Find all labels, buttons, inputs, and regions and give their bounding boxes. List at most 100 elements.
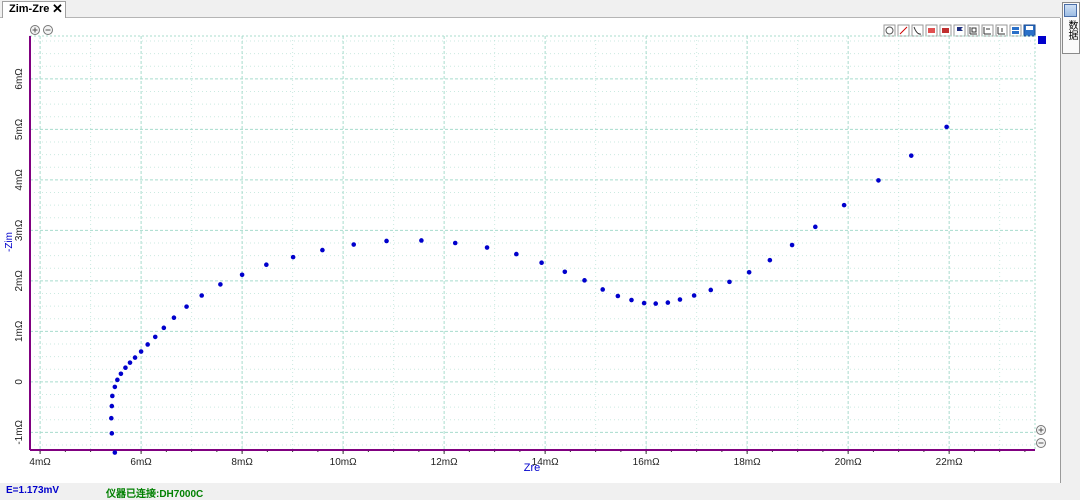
- chart-panel: 4mΩ 6mΩ 8mΩ 10mΩ 12mΩ 14mΩ 16mΩ 18mΩ 20mΩ 22mΩ -1m…: [0, 18, 1061, 483]
- data-point: [109, 403, 115, 409]
- data-point: [171, 315, 177, 321]
- data-point: [127, 360, 133, 365]
- plot-border: [29, 35, 1036, 451]
- y-tick-label: 3mΩ: [14, 219, 25, 241]
- data-point: [600, 287, 605, 292]
- flag-icon[interactable]: [953, 24, 966, 37]
- tab-zim-zre[interactable]: Zim-Zre ✕: [2, 1, 66, 18]
- data-point: [665, 300, 671, 305]
- grid: [29, 35, 1036, 451]
- tab-bar: Zim-Zre ✕: [0, 0, 1060, 18]
- data-point: [452, 240, 458, 246]
- curve-icon[interactable]: [911, 24, 924, 37]
- data-point: [218, 282, 223, 287]
- x-axis-label: Zre: [524, 462, 541, 474]
- x-tick-label: 22mΩ: [936, 457, 963, 468]
- data-point: [112, 384, 118, 390]
- legend-marker: [1038, 36, 1046, 44]
- data-point: [115, 377, 120, 383]
- status-bar: E=1.173mV 仪器已连接:DH7000C: [0, 483, 1060, 500]
- data-point: [152, 334, 158, 340]
- data-panel-button[interactable]: 数据: [1062, 2, 1080, 54]
- data-point: [109, 415, 114, 421]
- data-panel-label: 数据: [1066, 20, 1077, 40]
- y-tick-label: 1mΩ: [14, 320, 25, 342]
- tab-label: Zim-Zre: [9, 3, 50, 15]
- table-icon: [1064, 4, 1077, 17]
- x-tick-label: 10mΩ: [330, 457, 357, 468]
- data-point: [708, 287, 714, 293]
- marker-icon[interactable]: [925, 24, 938, 37]
- y-tick-label: 0: [14, 379, 25, 385]
- y-tick-label: 2mΩ: [14, 270, 25, 292]
- data-point: [184, 304, 189, 309]
- data-point: [908, 153, 914, 158]
- x-tick-label: 20mΩ: [835, 457, 862, 468]
- data-point: [767, 257, 773, 263]
- y-axis-label: -Zim: [4, 232, 15, 252]
- data-point: [789, 242, 795, 248]
- data-point: [110, 393, 115, 399]
- x-tick-label: 16mΩ: [633, 457, 660, 468]
- data-point: [132, 355, 138, 360]
- x-tick-label: 6mΩ: [130, 457, 152, 468]
- data-point: [161, 325, 167, 331]
- zoom-in-icon[interactable]: [1036, 425, 1046, 435]
- y-tick-label: 4mΩ: [14, 169, 25, 191]
- data-point: [109, 431, 115, 436]
- save-icon[interactable]: [1023, 24, 1036, 37]
- x-tick-label: 8mΩ: [231, 457, 253, 468]
- data-point: [290, 254, 296, 260]
- data-point: [629, 297, 634, 303]
- data-points: [109, 124, 949, 455]
- scale-y-icon[interactable]: [995, 24, 1008, 37]
- data-point: [484, 245, 490, 250]
- data-point: [653, 301, 659, 306]
- data-point: [615, 293, 621, 299]
- layers-icon[interactable]: [1009, 24, 1022, 37]
- scale-x-icon[interactable]: [981, 24, 994, 37]
- potential-readout: E=1.173mV: [6, 485, 60, 496]
- data-point: [582, 278, 587, 283]
- x-tick-label: 18mΩ: [734, 457, 761, 468]
- data-point: [841, 202, 847, 208]
- data-point: [562, 269, 568, 275]
- data-point: [199, 293, 205, 298]
- data-point: [746, 269, 752, 275]
- zoom-out-icon[interactable]: [1036, 438, 1046, 448]
- data-point: [514, 251, 519, 257]
- data-point: [138, 349, 144, 354]
- x-tick-label: 4mΩ: [29, 457, 51, 468]
- data-point: [112, 450, 118, 455]
- data-point: [677, 297, 683, 302]
- data-point: [145, 342, 150, 347]
- data-point: [727, 279, 732, 285]
- x-tick-label: 12mΩ: [431, 457, 458, 468]
- data-point: [384, 238, 389, 244]
- data-point: [320, 247, 325, 253]
- data-point: [813, 224, 818, 230]
- zoom-out-icon[interactable]: [43, 25, 53, 35]
- y-tick-label: 5mΩ: [14, 118, 25, 140]
- close-icon[interactable]: ✕: [52, 1, 63, 17]
- eraser-icon[interactable]: [939, 24, 952, 37]
- target-icon[interactable]: [883, 24, 896, 37]
- data-point: [264, 262, 269, 268]
- data-point: [691, 293, 697, 298]
- data-point: [118, 371, 124, 377]
- fit-icon[interactable]: [967, 24, 980, 37]
- y-tick-label: -1mΩ: [14, 419, 25, 444]
- nyquist-chart[interactable]: 4mΩ 6mΩ 8mΩ 10mΩ 12mΩ 14mΩ 16mΩ 18mΩ 20mΩ 22mΩ-1m…: [0, 18, 1060, 483]
- data-point: [239, 272, 245, 278]
- pen-icon[interactable]: [897, 24, 910, 37]
- data-point: [539, 260, 544, 265]
- data-point: [123, 365, 128, 371]
- data-point: [944, 124, 949, 130]
- zoom-in-icon[interactable]: [30, 25, 40, 35]
- side-panel: 数据: [1061, 0, 1080, 498]
- data-point: [351, 242, 357, 247]
- chart-toolbar: [883, 24, 1036, 37]
- data-point: [876, 178, 881, 183]
- y-tick-label: 6mΩ: [14, 68, 25, 90]
- axes: 4mΩ 6mΩ 8mΩ 10mΩ 12mΩ 14mΩ 16mΩ 18mΩ 20mΩ 22mΩ-1m…: [14, 36, 1035, 468]
